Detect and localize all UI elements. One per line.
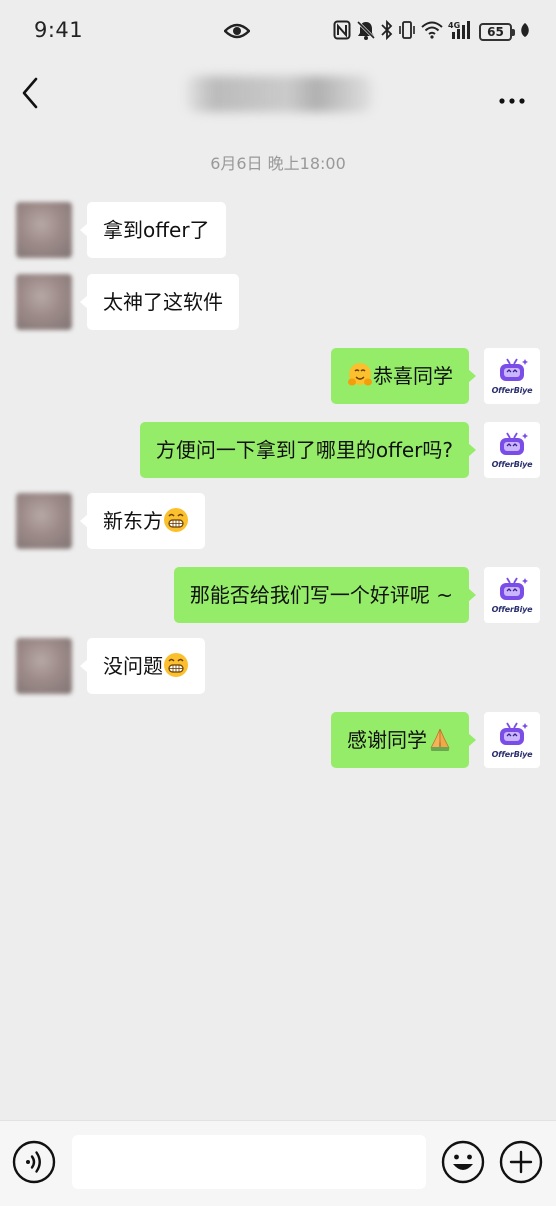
wifi-icon bbox=[421, 21, 443, 43]
eye-icon bbox=[223, 22, 251, 44]
message-text: 恭喜同学 bbox=[373, 364, 453, 388]
folded-hands-emoji bbox=[430, 728, 450, 751]
message-bubble[interactable]: 拿到offer了 bbox=[80, 202, 226, 258]
hugging-face-emoji bbox=[348, 363, 372, 386]
chevron-left-icon bbox=[22, 77, 38, 109]
grinning-face-emoji bbox=[164, 508, 188, 532]
voice-icon bbox=[12, 1140, 56, 1184]
nav-bar bbox=[0, 62, 556, 126]
chat-timestamp: 6月6日 晚上18:00 bbox=[210, 154, 346, 173]
message-bubble[interactable]: 没问题 bbox=[80, 638, 205, 694]
message-text: 方便问一下拿到了哪里的offer吗? bbox=[155, 438, 453, 462]
vibrate-icon bbox=[398, 20, 416, 44]
grinning-face-emoji bbox=[164, 653, 188, 677]
message-text: 新东方 bbox=[103, 509, 163, 533]
message-text: 那能否给我们写一个好评呢 ~ bbox=[189, 583, 453, 607]
brand-name: OfferBiye bbox=[491, 386, 533, 395]
emoji-button[interactable] bbox=[441, 1140, 485, 1184]
status-icons: 4G 65 bbox=[333, 19, 530, 44]
message-bubble[interactable]: 那能否给我们写一个好评呢 ~ bbox=[173, 567, 477, 623]
status-time: 9:41 bbox=[34, 18, 84, 42]
mute-icon bbox=[356, 20, 376, 44]
message-text: 拿到offer了 bbox=[103, 218, 210, 242]
message-bubble[interactable]: 感谢同学 bbox=[331, 712, 476, 768]
offerbiye-logo-icon bbox=[500, 432, 528, 455]
message-text: 太神了这软件 bbox=[103, 290, 223, 314]
battery-icon: 65 bbox=[479, 23, 515, 41]
message-text: 没问题 bbox=[103, 654, 163, 678]
back-button[interactable] bbox=[16, 74, 48, 112]
user-avatar[interactable] bbox=[16, 493, 72, 549]
offerbiye-avatar[interactable]: OfferBiye bbox=[484, 422, 540, 478]
signal-icon: 4G bbox=[448, 20, 474, 44]
smile-icon bbox=[441, 1140, 485, 1184]
message-text: 感谢同学 bbox=[347, 728, 427, 752]
more-button[interactable] bbox=[498, 90, 526, 104]
chat-screen: 9:41 4G 65 6月6日 晚上18:00 拿到offer了 太神了这软件 … bbox=[0, 0, 556, 1206]
message-bubble[interactable]: 方便问一下拿到了哪里的offer吗? bbox=[139, 422, 477, 478]
bluetooth-icon bbox=[381, 19, 393, 44]
offerbiye-logo-icon bbox=[500, 577, 528, 600]
battery-level: 65 bbox=[479, 23, 512, 41]
leaf-icon bbox=[520, 22, 530, 42]
user-avatar[interactable] bbox=[16, 274, 72, 330]
voice-button[interactable] bbox=[12, 1140, 56, 1184]
more-dots-icon bbox=[499, 98, 525, 104]
user-avatar[interactable] bbox=[16, 638, 72, 694]
signal-label: 4G bbox=[448, 21, 460, 30]
offerbiye-avatar[interactable]: OfferBiye bbox=[484, 348, 540, 404]
offerbiye-logo-icon bbox=[500, 722, 528, 745]
message-bubble[interactable]: 恭喜同学 bbox=[331, 348, 476, 404]
chat-title bbox=[186, 76, 372, 112]
brand-name: OfferBiye bbox=[491, 605, 533, 614]
offerbiye-avatar[interactable]: OfferBiye bbox=[484, 712, 540, 768]
brand-name: OfferBiye bbox=[491, 750, 533, 759]
input-bar bbox=[0, 1120, 556, 1206]
plus-icon bbox=[499, 1140, 543, 1184]
brand-name: OfferBiye bbox=[491, 460, 533, 469]
nfc-icon bbox=[333, 20, 351, 44]
message-input[interactable] bbox=[72, 1135, 426, 1189]
status-bar: 9:41 4G 65 bbox=[0, 0, 556, 62]
offerbiye-logo-icon bbox=[500, 358, 528, 381]
offerbiye-avatar[interactable]: OfferBiye bbox=[484, 567, 540, 623]
message-bubble[interactable]: 太神了这软件 bbox=[80, 274, 239, 330]
plus-button[interactable] bbox=[499, 1140, 543, 1184]
user-avatar[interactable] bbox=[16, 202, 72, 258]
message-bubble[interactable]: 新东方 bbox=[80, 493, 205, 549]
